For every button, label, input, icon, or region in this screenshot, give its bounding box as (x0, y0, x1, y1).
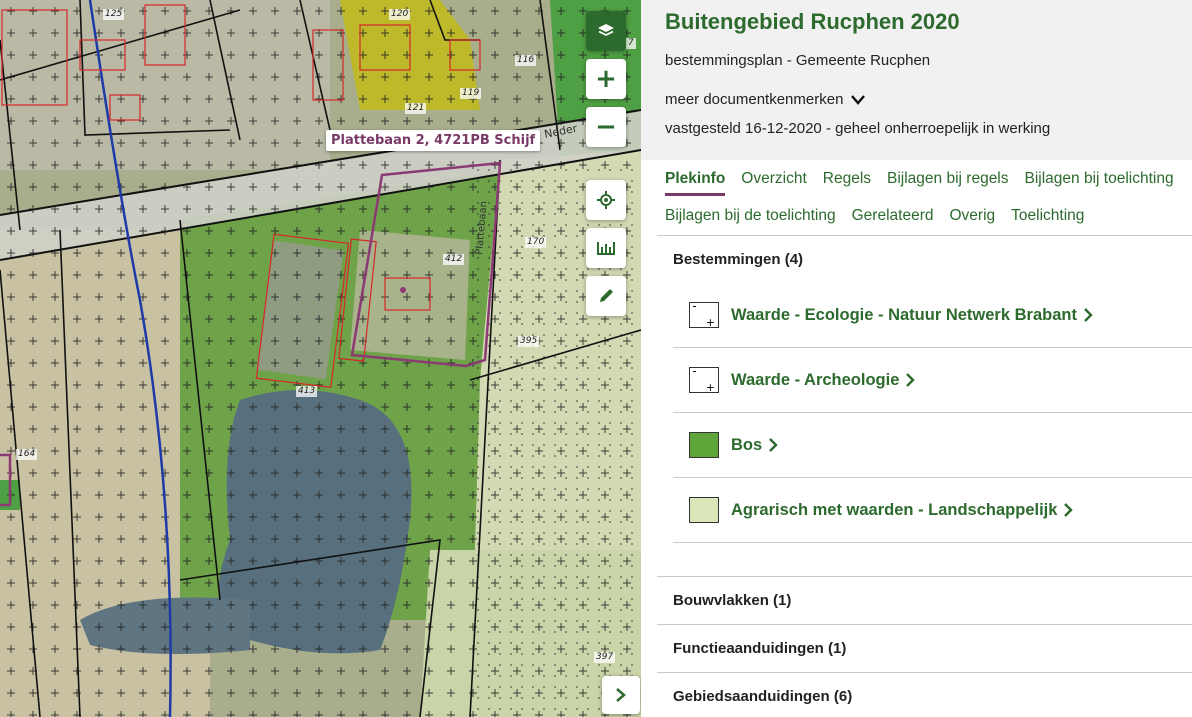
plus-icon: + (595, 64, 617, 94)
more-document-properties-toggle[interactable]: meer documentkenmerken (665, 91, 1168, 108)
chevron-right-icon (1084, 308, 1093, 322)
chevron-down-icon (851, 94, 866, 105)
tab-bijlagen-bij-toelichting[interactable]: Bijlagen bij toelichting (1025, 170, 1174, 196)
bestemmingen-heading: Bestemmingen (4) (673, 251, 804, 268)
parcel-number: 121 (405, 103, 427, 114)
locate-button[interactable] (586, 180, 626, 220)
parcel-number: 412 (443, 254, 465, 265)
tabs-divider (657, 235, 1192, 236)
bestemming-label: Waarde - Ecologie - Natuur Netwerk Braba… (731, 305, 1077, 324)
gebiedsaanduidingen-section[interactable]: Gebiedsaanduidingen (6) (657, 672, 1192, 717)
document-header: Buitengebied Rucphen 2020 bestemmingspla… (641, 0, 1192, 160)
tab-bijlagen-bij-regels[interactable]: Bijlagen bij regels (887, 170, 1009, 196)
layers-button[interactable] (586, 11, 626, 51)
legend-swatch (689, 432, 719, 458)
measure-icon (597, 242, 615, 255)
bestemming-item[interactable]: Agrarisch met waarden - Landschappelijk (673, 478, 1192, 543)
tab-bar: Plekinfo Overzicht Regels Bijlagen bij r… (641, 160, 1192, 230)
parcel-number: 7 (626, 38, 636, 49)
bouwvlakken-heading: Bouwvlakken (1) (673, 592, 792, 609)
zoom-out-button[interactable]: − (586, 107, 626, 147)
bestemmingen-list: Waarde - Ecologie - Natuur Netwerk Braba… (673, 283, 1192, 543)
document-subtitle: bestemmingsplan - Gemeente Rucphen (665, 52, 931, 69)
chevron-right-icon (769, 438, 778, 452)
functieaanduidingen-heading: Functieaanduidingen (1) (673, 640, 847, 657)
parcel-number: 125 (103, 9, 125, 20)
gebiedsaanduidingen-heading: Gebiedsaanduidingen (6) (673, 688, 853, 705)
legend-swatch (689, 367, 719, 394)
parcel-number: 119 (460, 88, 482, 99)
measure-button[interactable] (586, 228, 626, 268)
document-status: vastgesteld 16-12-2020 - geheel onherroe… (665, 120, 1051, 137)
bouwvlakken-section[interactable]: Bouwvlakken (1) (657, 576, 1192, 624)
parcel-number: 164 (16, 449, 38, 460)
tab-gerelateerd[interactable]: Gerelateerd (852, 207, 934, 230)
draw-button[interactable] (586, 276, 626, 316)
functieaanduidingen-section[interactable]: Functieaanduidingen (1) (657, 624, 1192, 672)
parcel-number: 397 (594, 652, 616, 663)
minus-icon: − (595, 112, 617, 142)
legend-swatch (689, 497, 719, 523)
parcel-number: 170 (525, 237, 547, 248)
bestemming-label: Bos (731, 435, 763, 454)
chevron-right-icon (1064, 503, 1074, 517)
parcel-number: 120 (389, 9, 411, 20)
map-view[interactable]: Neder Plattebaan 125 120 116 121 119 412… (0, 0, 641, 717)
layers-icon (598, 24, 614, 37)
expand-panel-button[interactable] (602, 676, 640, 714)
bestemming-label: Agrarisch met waarden - Landschappelijk (731, 500, 1058, 519)
parcel-number: 116 (515, 55, 537, 66)
document-title: Buitengebied Rucphen 2020 (665, 9, 960, 34)
bestemming-label: Waarde - Archeologie (731, 370, 900, 389)
tab-plekinfo[interactable]: Plekinfo (665, 170, 726, 196)
zoom-in-button[interactable]: + (586, 59, 626, 99)
parcel-number: 395 (518, 336, 540, 347)
map-basemap[interactable]: Neder Plattebaan (0, 0, 641, 717)
chevron-right-icon (616, 688, 626, 702)
tab-overig[interactable]: Overig (949, 207, 995, 230)
pencil-icon (600, 289, 613, 302)
tab-bijlagen-bij-de-toelichting[interactable]: Bijlagen bij de toelichting (665, 207, 836, 230)
chevron-right-icon (906, 373, 916, 387)
parcel-number: 413 (296, 386, 318, 397)
more-properties-label: meer documentkenmerken (665, 91, 844, 108)
bestemming-item[interactable]: Bos (673, 413, 1192, 478)
bestemming-item[interactable]: Waarde - Archeologie (673, 348, 1192, 413)
bestemming-item[interactable]: Waarde - Ecologie - Natuur Netwerk Braba… (673, 283, 1192, 348)
locate-icon (597, 191, 615, 209)
tab-regels[interactable]: Regels (823, 170, 871, 196)
info-panel: Buitengebied Rucphen 2020 bestemmingspla… (641, 0, 1192, 717)
tab-overzicht[interactable]: Overzicht (741, 170, 806, 196)
legend-swatch (689, 302, 719, 329)
tab-toelichting[interactable]: Toelichting (1011, 207, 1084, 230)
address-tooltip: Plattebaan 2, 4721PB Schijf (326, 130, 541, 151)
